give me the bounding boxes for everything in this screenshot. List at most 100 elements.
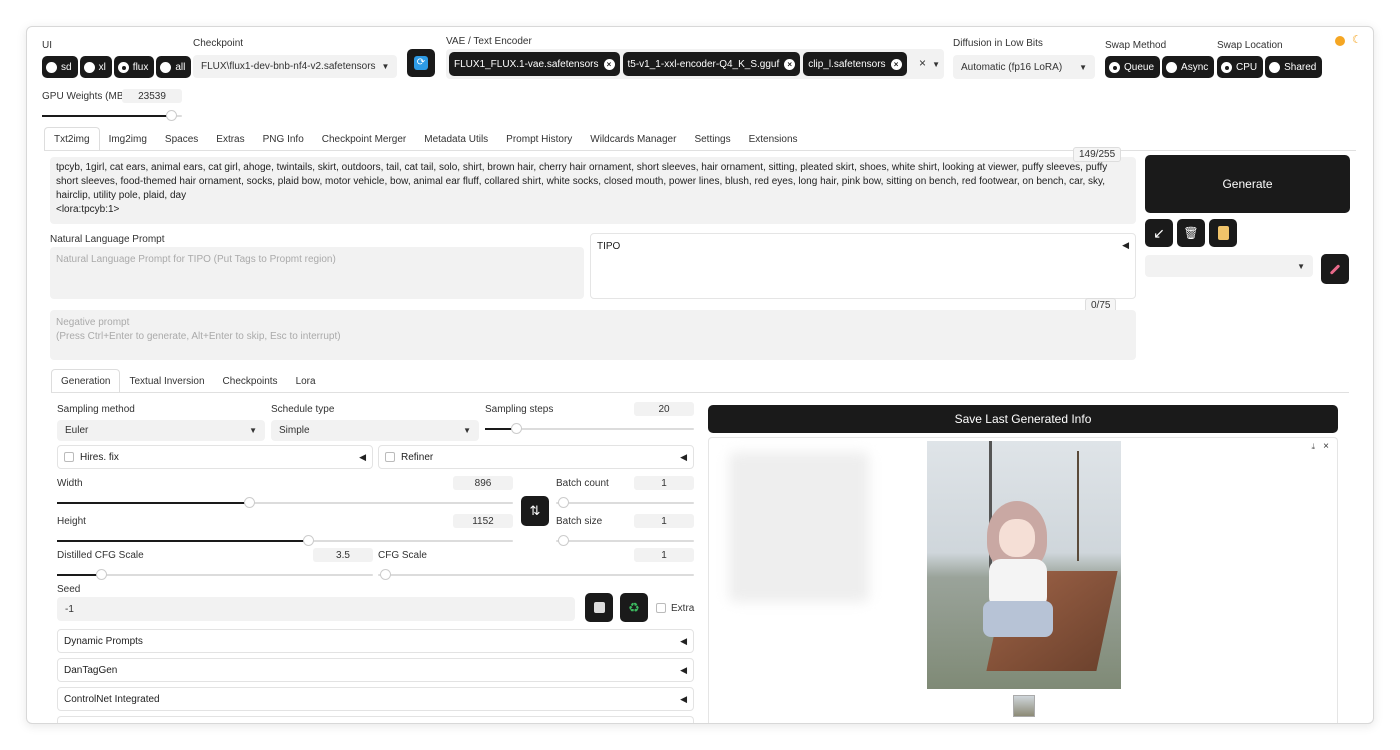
- read-params-button[interactable]: ↙: [1145, 219, 1173, 247]
- swap-method-async[interactable]: Async: [1162, 56, 1215, 78]
- swap-arrow-icon: ⇅: [529, 503, 541, 518]
- reuse-seed-button[interactable]: ♻: [620, 593, 648, 622]
- close-icon[interactable]: ×: [1323, 441, 1329, 452]
- vae-multiselect[interactable]: FLUX1_FLUX.1-vae.safetensors × t5-v1_1-xx…: [446, 49, 944, 79]
- radio-icon: [46, 61, 57, 73]
- batch-count-input[interactable]: 1: [634, 476, 694, 490]
- height-label: Height: [57, 516, 86, 527]
- hires-fix-accordion[interactable]: Hires. fix ◀: [57, 445, 373, 469]
- distilled-cfg-input[interactable]: 3.5: [313, 548, 373, 562]
- generated-image[interactable]: [927, 441, 1121, 689]
- controlnet-accordion[interactable]: ControlNet Integrated ◀: [57, 687, 694, 711]
- bare-tree: [1077, 451, 1117, 561]
- nl-prompt-textarea[interactable]: Natural Language Prompt for TIPO (Put Ta…: [50, 247, 584, 299]
- ui-option-flux[interactable]: flux: [113, 56, 155, 78]
- tab-txt2img[interactable]: Txt2img: [44, 127, 100, 151]
- tipo-label: TIPO: [597, 241, 621, 252]
- tab-checkpoint-merger[interactable]: Checkpoint Merger: [313, 127, 415, 151]
- subtab-generation[interactable]: Generation: [51, 369, 121, 393]
- swap-location-shared[interactable]: Shared: [1265, 56, 1323, 78]
- swap-location-group: CPU Shared: [1217, 56, 1323, 78]
- gpu-weights-input[interactable]: 23539: [122, 89, 182, 103]
- cfg-scale-slider[interactable]: [378, 569, 694, 580]
- dynamic-prompts-accordion[interactable]: Dynamic Prompts ◀: [57, 629, 694, 653]
- subtab-textual-inversion[interactable]: Textual Inversion: [120, 369, 213, 393]
- moon-icon[interactable]: ☾: [1352, 33, 1362, 46]
- width-input[interactable]: 896: [453, 476, 513, 490]
- close-icon[interactable]: ×: [890, 58, 902, 70]
- tab-png-info[interactable]: PNG Info: [254, 127, 313, 151]
- refresh-checkpoint-button[interactable]: ⟳: [407, 49, 435, 77]
- dantaggen-accordion[interactable]: DanTagGen ◀: [57, 658, 694, 682]
- arrow-down-left-icon: ↙: [1153, 224, 1165, 241]
- cfg-scale-input[interactable]: 1: [634, 548, 694, 562]
- edit-styles-button[interactable]: [1321, 254, 1349, 284]
- ui-option-xl[interactable]: xl: [79, 56, 112, 78]
- swap-dimensions-button[interactable]: ⇅: [521, 496, 549, 526]
- nl-prompt-label: Natural Language Prompt: [50, 234, 165, 245]
- ui-option-sd[interactable]: sd: [42, 56, 78, 78]
- sampling-method-dropdown[interactable]: Euler ▼: [57, 420, 265, 441]
- prompt-textarea[interactable]: tpcyb, 1girl, cat ears, animal ears, cat…: [50, 157, 1136, 224]
- swap-location-cpu[interactable]: CPU: [1217, 56, 1264, 78]
- tab-metadata-utils[interactable]: Metadata Utils: [415, 127, 497, 151]
- sampling-steps-slider[interactable]: [485, 423, 694, 434]
- gpu-weights-label: GPU Weights (MB): [42, 91, 127, 102]
- batch-size-input[interactable]: 1: [634, 514, 694, 528]
- chevron-down-icon[interactable]: ▼: [932, 60, 940, 69]
- schedule-type-dropdown[interactable]: Simple ▼: [271, 420, 479, 441]
- sampling-steps-input[interactable]: 20: [634, 402, 694, 416]
- tab-divider: [44, 150, 1356, 151]
- tab-img2img[interactable]: Img2img: [100, 127, 156, 151]
- prompt-token-counter: 149/255: [1073, 147, 1122, 162]
- collapse-triangle-icon[interactable]: ◀: [1122, 240, 1129, 251]
- sun-icon[interactable]: [1335, 36, 1345, 46]
- refiner-checkbox[interactable]: [385, 452, 395, 462]
- tab-extensions[interactable]: Extensions: [740, 127, 807, 151]
- tab-wildcards-manager[interactable]: Wildcards Manager: [581, 127, 685, 151]
- distilled-cfg-slider[interactable]: [57, 569, 373, 580]
- collapse-triangle-icon: ◀: [680, 635, 687, 646]
- clipboard-icon: [1217, 226, 1229, 240]
- collapse-triangle-icon: ◀: [680, 664, 687, 675]
- batch-size-slider[interactable]: [556, 535, 694, 546]
- subtab-lora[interactable]: Lora: [287, 369, 325, 393]
- batch-count-slider[interactable]: [556, 497, 694, 508]
- height-slider[interactable]: [57, 535, 513, 546]
- tab-extras[interactable]: Extras: [207, 127, 253, 151]
- clear-all-icon[interactable]: ×: [919, 56, 926, 70]
- main-tabs: Txt2img Img2img Spaces Extras PNG Info C…: [44, 127, 807, 151]
- gallery-thumbnail[interactable]: [1013, 695, 1035, 717]
- negative-prompt-textarea[interactable]: Negative prompt (Press Ctrl+Enter to gen…: [50, 310, 1136, 360]
- random-seed-button[interactable]: [585, 593, 613, 622]
- extra-seed-checkbox[interactable]: [656, 603, 666, 613]
- gpu-weights-slider[interactable]: [42, 110, 182, 121]
- refresh-icon: ⟳: [414, 56, 428, 70]
- tab-spaces[interactable]: Spaces: [156, 127, 207, 151]
- tipo-panel[interactable]: TIPO ◀: [590, 233, 1136, 299]
- styles-dropdown[interactable]: ▼: [1145, 255, 1313, 277]
- diffusion-dropdown[interactable]: Automatic (fp16 LoRA) ▼: [953, 55, 1095, 79]
- width-slider[interactable]: [57, 497, 513, 508]
- refiner-accordion[interactable]: Refiner ◀: [378, 445, 694, 469]
- subtab-checkpoints[interactable]: Checkpoints: [214, 369, 287, 393]
- hires-fix-checkbox[interactable]: [64, 452, 74, 462]
- close-icon[interactable]: ×: [784, 58, 796, 70]
- download-icon[interactable]: ⤓: [1311, 442, 1315, 452]
- swap-location-label: Swap Location: [1217, 40, 1283, 51]
- checkpoint-dropdown[interactable]: FLUX\flux1-dev-bnb-nf4-v2.safetensors ▼: [193, 55, 397, 78]
- swap-method-queue[interactable]: Queue: [1105, 56, 1161, 78]
- ui-option-all[interactable]: all: [156, 56, 192, 78]
- collapse-triangle-icon: ◀: [680, 693, 687, 704]
- generate-button[interactable]: Generate: [1145, 155, 1350, 213]
- close-icon[interactable]: ×: [603, 58, 615, 70]
- save-last-generated-info-button[interactable]: Save Last Generated Info: [708, 405, 1338, 433]
- vae-chip: t5-v1_1-xxl-encoder-Q4_K_S.gguf ×: [622, 52, 801, 76]
- tab-prompt-history[interactable]: Prompt History: [497, 127, 581, 151]
- radio-icon: [160, 61, 172, 73]
- seed-input[interactable]: -1: [57, 597, 575, 621]
- height-input[interactable]: 1152: [453, 514, 513, 528]
- clear-prompt-button[interactable]: 🗑: [1177, 219, 1205, 247]
- paste-style-button[interactable]: [1209, 219, 1237, 247]
- tab-settings[interactable]: Settings: [685, 127, 739, 151]
